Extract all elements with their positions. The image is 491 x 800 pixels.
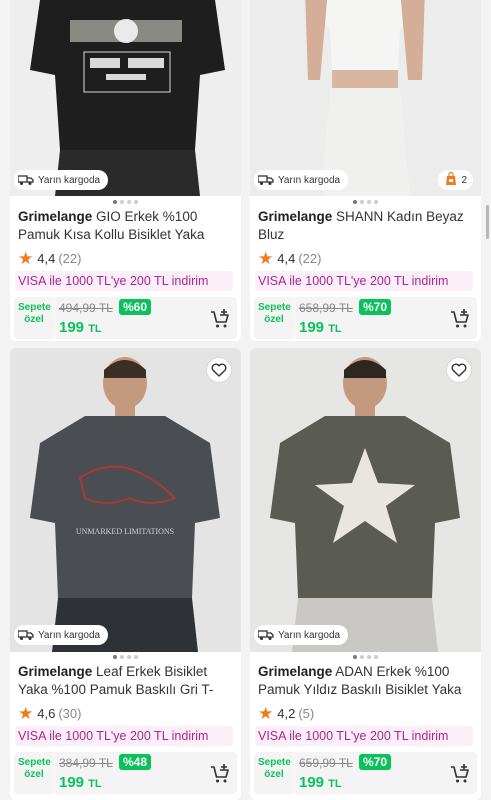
heart-outline-icon[interactable] — [207, 358, 231, 382]
product-photo[interactable] — [250, 0, 481, 196]
product-title[interactable]: Grimelange GIO Erkek %100 Pamuk Kısa Kol… — [18, 208, 233, 244]
old-price: 494,99 TL — [59, 301, 113, 315]
new-price: 199 TL — [59, 319, 102, 336]
rating: ★ 4,4 (22) — [258, 248, 473, 268]
product-title[interactable]: Grimelange ADAN Erkek %100 Pamuk Yıldız … — [258, 663, 473, 699]
basket-special-label: Sepete özel — [18, 302, 51, 325]
cargo-badge: Yarın kargoda — [14, 170, 109, 190]
rating: ★ 4,4 (22) — [18, 248, 233, 268]
product-card[interactable]: UNMARKED LIMITATIONS Yarın kargoda Grime… — [10, 348, 241, 800]
new-price: 199 TL — [299, 319, 342, 336]
product-photo[interactable] — [250, 348, 481, 652]
product-title[interactable]: Grimelange Leaf Erkek Bisiklet Yaka %100… — [18, 663, 233, 699]
product-brand: Grimelange — [18, 209, 93, 224]
rating-count: (22) — [298, 250, 322, 266]
photo-pager — [250, 655, 481, 659]
add-to-cart-icon[interactable] — [209, 308, 231, 330]
truck-icon — [258, 174, 274, 186]
product-info: Grimelange SHANN Kadın Beyaz Bluz ★ 4,4 … — [254, 208, 477, 339]
discount-badge: %60 — [119, 299, 152, 315]
product-photo[interactable]: UNMARKED LIMITATIONS — [10, 348, 241, 652]
cargo-label: Yarın kargoda — [38, 629, 101, 641]
product-grid: Yarın kargoda Grimelange GIO Erkek %100 … — [0, 0, 491, 800]
new-price: 199 TL — [299, 774, 342, 791]
promo-banner: VISA ile 1000 TL'ye 200 TL indirim — [255, 271, 473, 291]
rating-score: 4,2 — [277, 705, 296, 721]
cargo-label: Yarın kargoda — [278, 174, 341, 186]
price-box: Sepete özel 384,99 TL %48 199 TL — [14, 752, 237, 794]
photo-pager — [10, 200, 241, 204]
new-price: 199 TL — [59, 774, 102, 791]
cargo-badge: Yarın kargoda — [14, 625, 109, 645]
sale-bag-badge: 2 — [438, 170, 473, 190]
cargo-badge: Yarın kargoda — [254, 170, 349, 190]
product-card[interactable]: Yarın kargoda Grimelange GIO Erkek %100 … — [10, 0, 241, 341]
price-box: Sepete özel 659,99 TL %70 199 TL — [254, 752, 477, 794]
star-icon: ★ — [258, 703, 274, 723]
star-icon: ★ — [18, 703, 34, 723]
discount-badge: %70 — [359, 299, 392, 315]
rating-count: (22) — [58, 250, 82, 266]
product-brand: Grimelange — [258, 664, 333, 679]
price-box: Sepete özel 658,99 TL %70 199 TL — [254, 297, 477, 339]
discount-badge: %48 — [119, 754, 152, 770]
rating: ★ 4,2 (5) — [258, 703, 473, 723]
product-card[interactable]: Yarın kargoda 2 Grimelange SHANN Kadın B… — [250, 0, 481, 341]
product-brand: Grimelange — [18, 664, 93, 679]
old-price: 658,99 TL — [299, 301, 353, 315]
truck-icon — [18, 174, 34, 186]
sale-bag-count: 2 — [461, 174, 467, 186]
product-info: Grimelange Leaf Erkek Bisiklet Yaka %100… — [14, 663, 237, 794]
product-photo[interactable] — [10, 0, 241, 196]
promo-banner: VISA ile 1000 TL'ye 200 TL indirim — [255, 726, 473, 746]
star-icon: ★ — [258, 248, 274, 268]
product-title[interactable]: Grimelange SHANN Kadın Beyaz Bluz — [258, 208, 473, 244]
old-price: 659,99 TL — [299, 756, 353, 770]
basket-special-label: Sepete özel — [258, 757, 291, 780]
basket-special-label: Sepete özel — [258, 302, 291, 325]
photo-pager — [250, 200, 481, 204]
add-to-cart-icon[interactable] — [449, 763, 471, 785]
cargo-label: Yarın kargoda — [38, 174, 101, 186]
promo-banner: VISA ile 1000 TL'ye 200 TL indirim — [15, 271, 233, 291]
cargo-badge: Yarın kargoda — [254, 625, 349, 645]
product-card[interactable]: Yarın kargoda Grimelange ADAN Erkek %100… — [250, 348, 481, 800]
rating: ★ 4,6 (30) — [18, 703, 233, 723]
add-to-cart-icon[interactable] — [449, 308, 471, 330]
sale-bag-icon — [444, 171, 458, 189]
heart-outline-icon[interactable] — [447, 358, 471, 382]
rating-score: 4,4 — [277, 250, 296, 266]
rating-score: 4,4 — [37, 250, 56, 266]
scrollbar-thumb[interactable] — [486, 205, 489, 239]
rating-count: (30) — [58, 705, 82, 721]
rating-count: (5) — [298, 705, 315, 721]
photo-pager — [10, 655, 241, 659]
rating-score: 4,6 — [37, 705, 56, 721]
promo-banner: VISA ile 1000 TL'ye 200 TL indirim — [15, 726, 233, 746]
product-info: Grimelange ADAN Erkek %100 Pamuk Yıldız … — [254, 663, 477, 794]
discount-badge: %70 — [359, 754, 392, 770]
price-box: Sepete özel 494,99 TL %60 199 TL — [14, 297, 237, 339]
star-icon: ★ — [18, 248, 34, 268]
truck-icon — [258, 629, 274, 641]
add-to-cart-icon[interactable] — [209, 763, 231, 785]
old-price: 384,99 TL — [59, 756, 113, 770]
product-brand: Grimelange — [258, 209, 333, 224]
basket-special-label: Sepete özel — [18, 757, 51, 780]
print-text: UNMARKED LIMITATIONS — [76, 527, 174, 536]
cargo-label: Yarın kargoda — [278, 629, 341, 641]
product-info: Grimelange GIO Erkek %100 Pamuk Kısa Kol… — [14, 208, 237, 339]
truck-icon — [18, 629, 34, 641]
